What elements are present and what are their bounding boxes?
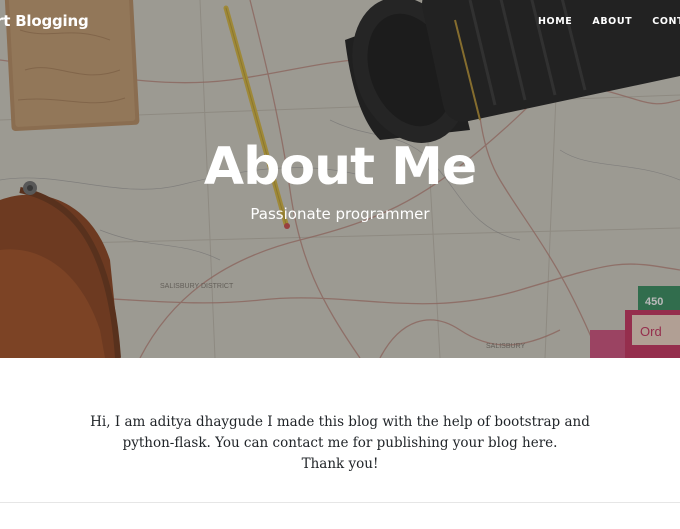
page-subtitle: Passionate programmer — [250, 205, 430, 223]
navbar-links: HOME ABOUT CONTA — [538, 16, 680, 27]
nav-link-about[interactable]: ABOUT — [592, 16, 632, 27]
page-title: About Me — [203, 137, 477, 197]
nav-link-contact[interactable]: CONTA — [652, 16, 680, 27]
about-text-line-1: Hi, I am aditya dhaygude I made this blo… — [90, 414, 590, 430]
footer-divider — [0, 502, 680, 503]
navbar-brand[interactable]: rt Blogging — [0, 12, 89, 30]
about-text-line-3: Thank you! — [301, 456, 379, 472]
hero-header: SALISBURY DISTRICT SALISBURY 450 Ord rt … — [0, 0, 680, 358]
about-content: Hi, I am aditya dhaygude I made this blo… — [0, 358, 680, 529]
nav-link-home[interactable]: HOME — [538, 16, 572, 27]
about-text-line-2: python-flask. You can contact me for pub… — [122, 435, 558, 451]
about-text: Hi, I am aditya dhaygude I made this blo… — [90, 412, 590, 475]
